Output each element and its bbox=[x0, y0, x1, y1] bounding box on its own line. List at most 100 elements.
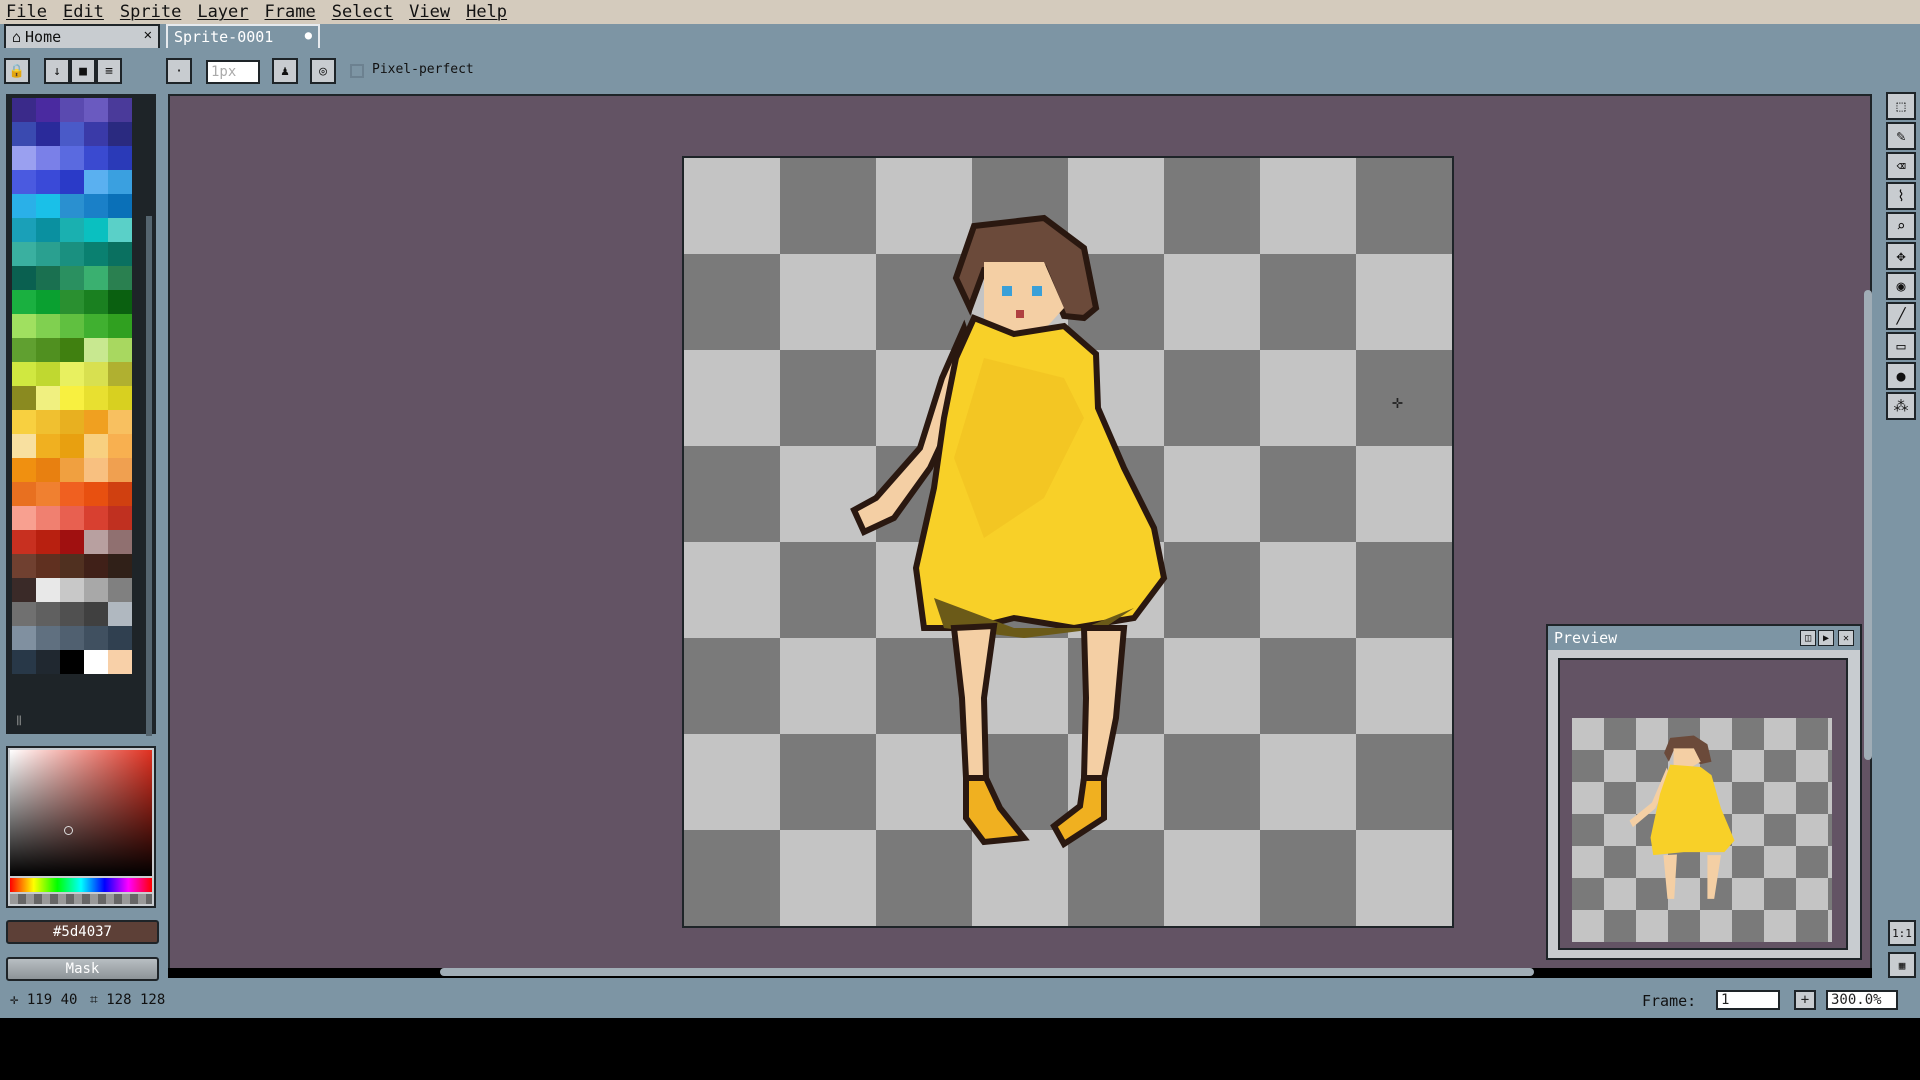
palette-swatch[interactable] bbox=[12, 338, 36, 362]
palette-swatch[interactable] bbox=[36, 410, 60, 434]
spray-icon[interactable]: ⁂ bbox=[1886, 392, 1916, 420]
palette-swatch[interactable] bbox=[36, 218, 60, 242]
palette-swatch[interactable] bbox=[108, 386, 132, 410]
menu-icon[interactable]: ≡ bbox=[96, 58, 122, 84]
palette-swatch[interactable] bbox=[108, 482, 132, 506]
palette-swatch[interactable] bbox=[36, 194, 60, 218]
brush-size-input[interactable]: 1px bbox=[206, 60, 260, 84]
palette-swatch[interactable] bbox=[36, 554, 60, 578]
lock-icon[interactable]: 🔒 bbox=[4, 58, 30, 84]
menu-sprite[interactable]: Sprite bbox=[120, 2, 181, 22]
palette-swatch[interactable] bbox=[60, 266, 84, 290]
menu-edit[interactable]: Edit bbox=[63, 2, 104, 22]
palette-swatch[interactable] bbox=[12, 650, 36, 674]
rectangle-icon[interactable]: ▭ bbox=[1886, 332, 1916, 360]
palette-swatch[interactable] bbox=[60, 626, 84, 650]
ink-icon[interactable]: ♟ bbox=[272, 58, 298, 84]
palette-swatch[interactable] bbox=[108, 506, 132, 530]
palette-swatch[interactable] bbox=[108, 458, 132, 482]
palette-swatch[interactable] bbox=[108, 338, 132, 362]
palette-swatch[interactable] bbox=[84, 362, 108, 386]
palette-swatch[interactable] bbox=[60, 386, 84, 410]
palette-scrollbar[interactable] bbox=[146, 216, 152, 736]
palette-swatch[interactable] bbox=[84, 506, 108, 530]
palette-swatch[interactable] bbox=[60, 434, 84, 458]
palette-swatch[interactable] bbox=[108, 530, 132, 554]
palette-swatch[interactable] bbox=[60, 122, 84, 146]
menu-frame[interactable]: Frame bbox=[265, 2, 316, 22]
palette-swatch[interactable] bbox=[12, 386, 36, 410]
palette-swatch[interactable] bbox=[60, 458, 84, 482]
palette-swatch[interactable] bbox=[108, 602, 132, 626]
palette-swatch[interactable] bbox=[12, 626, 36, 650]
palette-swatch[interactable] bbox=[60, 578, 84, 602]
palette-swatch[interactable] bbox=[84, 458, 108, 482]
palette-swatch[interactable] bbox=[84, 530, 108, 554]
palette-swatch[interactable] bbox=[84, 650, 108, 674]
palette-swatch[interactable] bbox=[60, 410, 84, 434]
timeline-icon[interactable]: ▦ bbox=[1888, 952, 1916, 978]
palette-swatch[interactable] bbox=[84, 314, 108, 338]
pencil-icon[interactable]: ✎ bbox=[1886, 122, 1916, 150]
palette-swatch[interactable] bbox=[108, 266, 132, 290]
palette-swatch[interactable] bbox=[12, 266, 36, 290]
palette-swatch[interactable] bbox=[60, 314, 84, 338]
palette-swatch[interactable] bbox=[60, 290, 84, 314]
palette-swatch[interactable] bbox=[108, 626, 132, 650]
horizontal-scrollbar[interactable] bbox=[440, 968, 1534, 976]
palette-swatch[interactable] bbox=[36, 482, 60, 506]
palette-swatch[interactable] bbox=[12, 554, 36, 578]
palette-swatch[interactable] bbox=[84, 146, 108, 170]
symmetry-icon[interactable]: ◎ bbox=[310, 58, 336, 84]
palette-swatch[interactable] bbox=[108, 650, 132, 674]
picker-cursor[interactable] bbox=[64, 826, 73, 835]
sprite-canvas[interactable] bbox=[682, 156, 1454, 928]
palette-swatch[interactable] bbox=[12, 362, 36, 386]
palette-swatch[interactable] bbox=[60, 530, 84, 554]
zoom-icon[interactable]: ⌕ bbox=[1886, 212, 1916, 240]
pixel-perfect-checkbox[interactable] bbox=[350, 64, 364, 78]
palette-swatch[interactable] bbox=[84, 410, 108, 434]
fill-icon[interactable]: ◉ bbox=[1886, 272, 1916, 300]
palette-swatch[interactable] bbox=[36, 266, 60, 290]
palette-swatch[interactable] bbox=[84, 242, 108, 266]
palette-swatch[interactable] bbox=[108, 170, 132, 194]
palette-swatch[interactable] bbox=[60, 170, 84, 194]
one-to-one-button[interactable]: 1:1 bbox=[1888, 920, 1916, 946]
tab-sprite[interactable]: Sprite-0001 ● bbox=[166, 24, 320, 48]
palette-swatch[interactable] bbox=[108, 242, 132, 266]
palette-swatch[interactable] bbox=[36, 506, 60, 530]
palette-swatch[interactable] bbox=[12, 98, 36, 122]
palette-swatch[interactable] bbox=[84, 122, 108, 146]
palette-swatch[interactable] bbox=[36, 146, 60, 170]
palette-swatch[interactable] bbox=[12, 410, 36, 434]
palette-swatch[interactable] bbox=[60, 146, 84, 170]
palette-swatch[interactable] bbox=[60, 650, 84, 674]
palette-swatch[interactable] bbox=[12, 602, 36, 626]
hue-slider[interactable] bbox=[10, 878, 152, 892]
move-icon[interactable]: ✥ bbox=[1886, 242, 1916, 270]
palette-swatch[interactable] bbox=[108, 290, 132, 314]
palette-swatch[interactable] bbox=[84, 626, 108, 650]
palette-swatch[interactable] bbox=[84, 434, 108, 458]
palette-swatch[interactable] bbox=[12, 194, 36, 218]
palette-swatch[interactable] bbox=[84, 194, 108, 218]
palette-swatch[interactable] bbox=[108, 194, 132, 218]
palette-swatch[interactable] bbox=[36, 170, 60, 194]
palette-swatch[interactable] bbox=[84, 482, 108, 506]
palette-swatch[interactable] bbox=[60, 194, 84, 218]
palette-swatch[interactable] bbox=[60, 554, 84, 578]
palette-swatch[interactable] bbox=[36, 242, 60, 266]
arrow-down-icon[interactable]: ↓ bbox=[44, 58, 70, 84]
palette-swatch[interactable] bbox=[12, 458, 36, 482]
palette-swatch[interactable] bbox=[12, 122, 36, 146]
palette-swatch[interactable] bbox=[108, 362, 132, 386]
palette-swatch[interactable] bbox=[84, 266, 108, 290]
palette-swatch[interactable] bbox=[108, 218, 132, 242]
palette-swatch[interactable] bbox=[84, 170, 108, 194]
palette-swatch[interactable] bbox=[12, 314, 36, 338]
resize-grip-icon[interactable]: ‖ bbox=[16, 715, 22, 726]
palette-swatch[interactable] bbox=[12, 170, 36, 194]
zoom-plus-icon[interactable]: + bbox=[1794, 990, 1816, 1010]
menu-file[interactable]: File bbox=[6, 2, 47, 22]
